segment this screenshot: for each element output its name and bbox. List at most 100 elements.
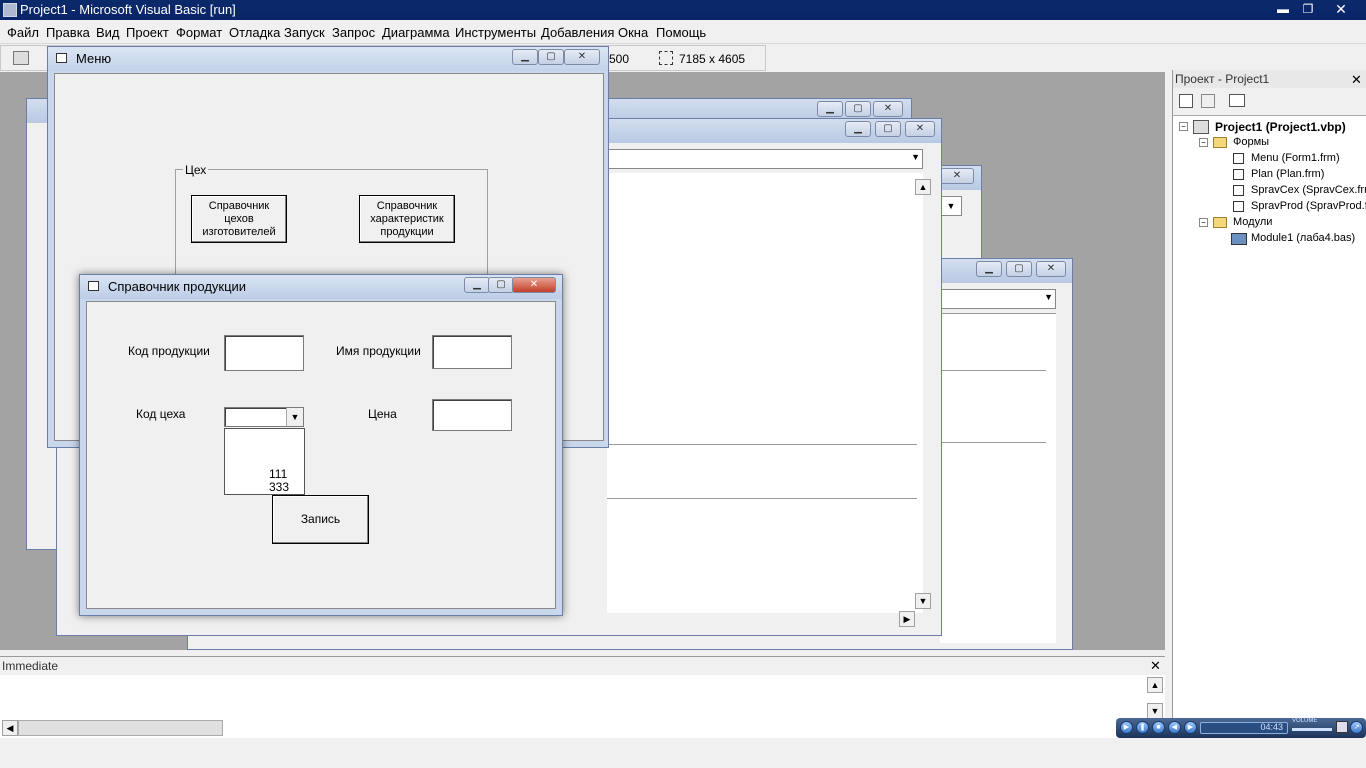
scroll-left-icon[interactable]: ◀ [2, 720, 18, 736]
menu-tools[interactable]: Инструменты [455, 25, 536, 40]
minimize-icon[interactable]: ▁ [512, 49, 538, 65]
maximize-icon[interactable]: ▢ [845, 101, 871, 117]
stop-icon[interactable]: ■ [1152, 721, 1165, 734]
list-item[interactable]: 333 [269, 480, 289, 494]
menu-format[interactable]: Формат [176, 25, 222, 40]
maximize-icon[interactable]: ▢ [488, 277, 514, 293]
workshop-code-dropdown-list[interactable]: 111 333 [224, 428, 305, 495]
tree-form-item[interactable]: Menu (Form1.frm) [1251, 152, 1340, 164]
products-directory-button[interactable]: Справочник характеристик продукции [359, 195, 455, 243]
view-object-icon[interactable] [1201, 94, 1215, 108]
seek-bar[interactable]: 04:43 [1200, 722, 1288, 734]
minimize-icon[interactable]: ▁ [817, 101, 843, 117]
tree-modules-folder[interactable]: Модули [1233, 216, 1272, 228]
volume-slider[interactable] [1292, 728, 1332, 731]
product-form-client: Код продукции Имя продукции Код цеха ▼ 1… [86, 301, 556, 609]
size-readout: 7185 x 4605 [679, 52, 746, 66]
tree-form-item[interactable]: SpravProd (SpravProd.frm) [1251, 200, 1366, 212]
close-icon[interactable]: ✕ [1351, 72, 1362, 88]
form-icon [88, 281, 99, 291]
restore-icon[interactable]: ❐ [1297, 1, 1319, 17]
position-readout: 500 [609, 52, 630, 66]
folder-icon [1213, 217, 1227, 228]
tree-project-root[interactable]: Project1 (Project1.vbp) [1215, 120, 1346, 134]
next-icon[interactable]: ▶ [1184, 721, 1197, 734]
price-field[interactable] [432, 399, 512, 431]
close-icon[interactable]: ✕ [1036, 261, 1066, 277]
mini-mode-icon[interactable] [1336, 721, 1348, 733]
view-code-icon[interactable] [1179, 94, 1193, 108]
minimize-icon[interactable]: ▁ [464, 277, 490, 293]
immediate-window[interactable]: Immediate ✕ ▲ ▼ ◀ [0, 656, 1165, 738]
minimize-icon[interactable]: ▁ [976, 261, 1002, 277]
close-icon[interactable]: ✕ [940, 168, 974, 184]
horizontal-scroll-thumb[interactable] [18, 720, 223, 736]
restore-player-icon[interactable]: ↗ [1350, 721, 1363, 734]
tree-forms-folder[interactable]: Формы [1233, 136, 1269, 148]
close-icon[interactable]: ✕ [1330, 1, 1352, 17]
menu-debug[interactable]: Отладка [229, 25, 280, 40]
tree-form-item[interactable]: SpravCex (SpravCex.frm) [1251, 184, 1366, 196]
add-project-icon[interactable] [13, 51, 29, 65]
tree-module-item[interactable]: Module1 (лаба4.bas) [1251, 232, 1355, 244]
code-separator [607, 498, 917, 499]
close-icon[interactable]: ✕ [905, 121, 935, 137]
object-combo[interactable]: ▼ [607, 149, 923, 169]
combo-arrow-icon[interactable]: ▼ [286, 408, 303, 426]
workshop-code-label: Код цеха [136, 407, 186, 421]
scroll-right-icon[interactable]: ▶ [899, 611, 915, 627]
collapse-icon[interactable]: − [1199, 218, 1208, 227]
form-icon [1233, 169, 1244, 180]
size-icon [659, 51, 673, 65]
scroll-down-icon[interactable]: ▼ [915, 593, 931, 609]
combo-arrow-icon[interactable]: ▼ [940, 196, 962, 216]
price-label: Цена [368, 407, 397, 421]
menu-addins[interactable]: Добавления [541, 25, 614, 40]
tree-form-item[interactable]: Plan (Plan.frm) [1251, 168, 1324, 180]
maximize-icon[interactable]: ▢ [875, 121, 901, 137]
menu-edit[interactable]: Правка [46, 25, 90, 40]
code-separator [607, 444, 917, 445]
close-icon[interactable]: ✕ [564, 49, 600, 65]
form-icon [56, 53, 67, 63]
menu-diagram[interactable]: Диаграмма [382, 25, 450, 40]
form-icon [1233, 201, 1244, 212]
toggle-folders-icon[interactable] [1229, 94, 1245, 107]
code-editor[interactable] [940, 313, 1056, 643]
maximize-icon[interactable]: ▢ [1006, 261, 1032, 277]
collapse-icon[interactable]: − [1199, 138, 1208, 147]
menu-form-caption: Меню ▁ ▢ ✕ [48, 47, 608, 71]
folder-icon [1213, 137, 1227, 148]
product-form-window[interactable]: Справочник продукции ▁ ▢ ✕ Код продукции… [79, 274, 563, 616]
scroll-up-icon[interactable]: ▲ [915, 179, 931, 195]
code-editor[interactable] [607, 173, 923, 613]
app-title: Project1 - Microsoft Visual Basic [run] [20, 2, 236, 17]
workshop-code-combo[interactable]: ▼ [224, 407, 304, 427]
maximize-icon[interactable]: ▢ [538, 49, 564, 65]
menu-run[interactable]: Запуск [284, 25, 325, 40]
previous-icon[interactable]: ◀ [1168, 721, 1181, 734]
pause-icon[interactable]: ❚ [1136, 721, 1149, 734]
workshops-directory-button[interactable]: Справочник цехов изготовителей [191, 195, 287, 243]
minimize-icon[interactable]: ▬ [1272, 1, 1294, 17]
play-icon[interactable]: ▶ [1120, 721, 1133, 734]
menu-query[interactable]: Запрос [332, 25, 375, 40]
menu-view[interactable]: Вид [96, 25, 120, 40]
list-item[interactable]: 111 [269, 467, 287, 481]
save-button[interactable]: Запись [272, 495, 369, 544]
menu-help[interactable]: Помощь [656, 25, 706, 40]
close-icon[interactable]: ✕ [512, 277, 556, 293]
scroll-up-icon[interactable]: ▲ [1147, 677, 1163, 693]
combo-arrow-icon: ▼ [911, 152, 920, 162]
product-code-field[interactable] [224, 335, 304, 371]
scroll-down-icon[interactable]: ▼ [1147, 703, 1163, 719]
minimize-icon[interactable]: ▁ [845, 121, 871, 137]
procedure-combo[interactable]: ▼ [940, 289, 1056, 309]
collapse-icon[interactable]: − [1179, 122, 1188, 131]
menu-project[interactable]: Проект [126, 25, 169, 40]
close-icon[interactable]: ✕ [1150, 658, 1161, 674]
product-name-field[interactable] [432, 335, 512, 369]
menu-file[interactable]: Файл [7, 25, 39, 40]
menu-windows[interactable]: Окна [618, 25, 648, 40]
close-icon[interactable]: ✕ [873, 101, 903, 117]
